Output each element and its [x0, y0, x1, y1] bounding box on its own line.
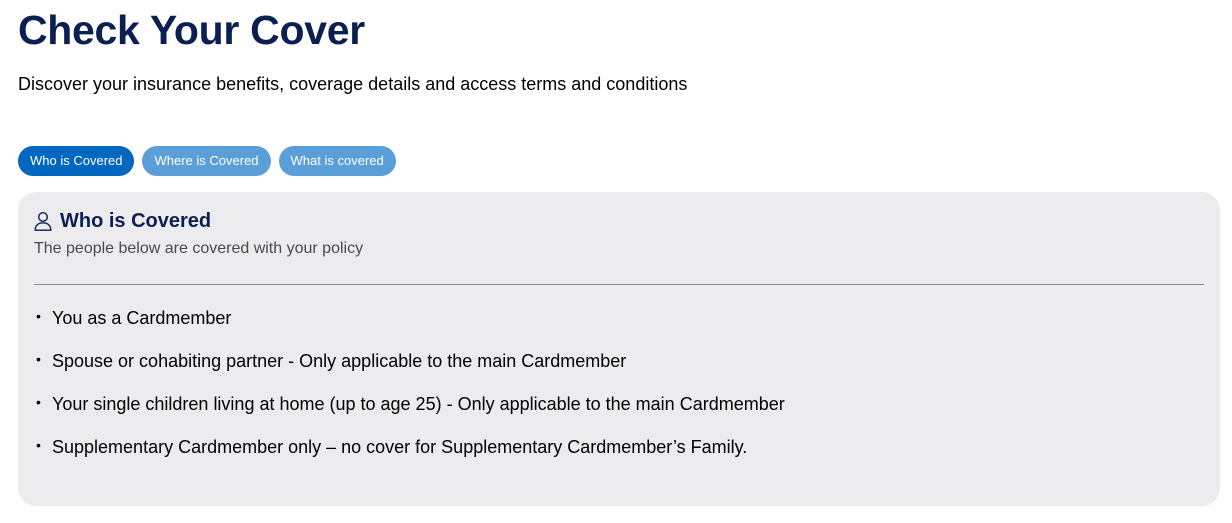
panel-description: The people below are covered with your p… [34, 240, 364, 257]
panel-header: Who is Covered [34, 209, 211, 233]
list-item: • Your single children living at home (u… [34, 393, 785, 415]
person-icon [34, 211, 52, 231]
tab-where-is-covered[interactable]: Where is Covered [142, 146, 271, 176]
bullet-icon: • [36, 351, 41, 367]
list-item: • Spouse or cohabiting partner - Only ap… [34, 350, 785, 372]
list-item: • Supplementary Cardmember only – no cov… [34, 436, 785, 458]
page-subtitle: Discover your insurance benefits, covera… [18, 74, 688, 94]
page-title: Check Your Cover [18, 7, 365, 53]
list-item-text: You as a Cardmember [52, 308, 232, 328]
panel-title: Who is Covered [60, 210, 212, 232]
tab-who-is-covered[interactable]: Who is Covered [18, 146, 135, 176]
list-item-text: Spouse or cohabiting partner - Only appl… [52, 351, 627, 371]
divider [34, 284, 1204, 285]
tab-what-is-covered[interactable]: What is covered [278, 146, 396, 176]
cover-tabs: Who is Covered Where is Covered What is … [18, 146, 396, 176]
list-item-text: Supplementary Cardmember only – no cover… [52, 437, 748, 457]
covered-people-list: • You as a Cardmember • Spouse or cohabi… [34, 307, 785, 479]
bullet-icon: • [36, 437, 41, 453]
bullet-icon: • [36, 308, 41, 324]
list-item-text: Your single children living at home (up … [52, 394, 785, 414]
who-is-covered-panel: Who is Covered The people below are cove… [18, 192, 1220, 506]
list-item: • You as a Cardmember [34, 307, 785, 329]
bullet-icon: • [36, 394, 41, 410]
